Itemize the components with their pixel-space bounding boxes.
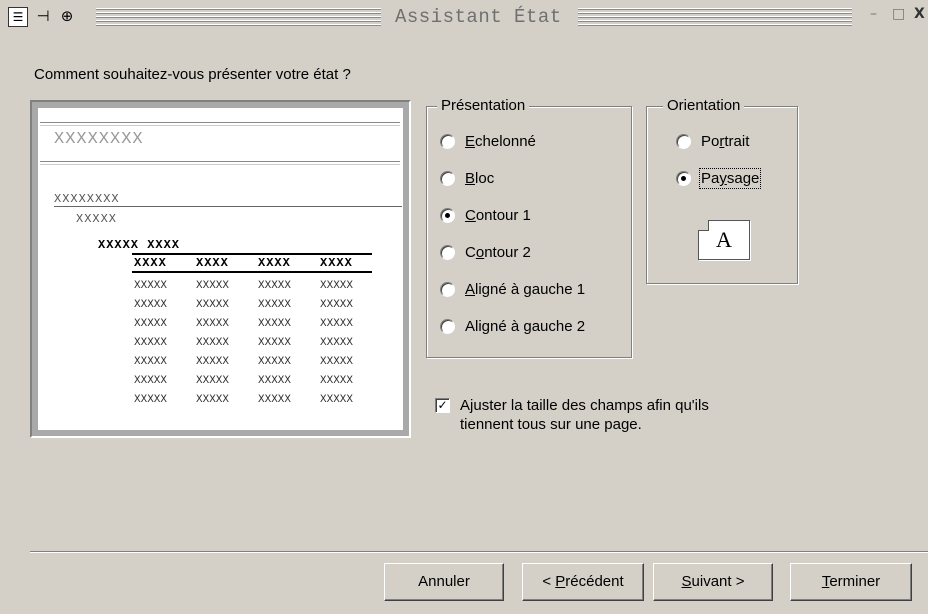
orientation-option-label: Portrait — [701, 133, 750, 150]
preview-cell: XXXXX — [196, 394, 230, 406]
preview-cell: XXXXX — [134, 356, 168, 368]
presentation-option-label: Aligné à gauche 1 — [465, 281, 586, 298]
title-grip-left — [96, 8, 381, 26]
radio-button-icon[interactable] — [440, 282, 455, 297]
radio-button-icon[interactable] — [440, 208, 455, 223]
preview-cell: XXXXX — [258, 280, 292, 292]
preview-cell: XXXXX — [196, 318, 230, 330]
preview-cell: XXXXX — [320, 318, 354, 330]
radio-button-icon[interactable] — [440, 245, 455, 260]
preview-cell: XXXXX — [320, 356, 354, 368]
radio-button-icon[interactable] — [440, 319, 455, 334]
preview-cell: XXXXX — [134, 394, 168, 406]
radio-button-icon[interactable] — [440, 171, 455, 186]
preview-cell: XXXXX — [196, 356, 230, 368]
preview-cell: XXXXX — [134, 299, 168, 311]
landscape-page-icon: A — [698, 220, 750, 260]
presentation-option[interactable]: Aligné à gauche 1 — [440, 281, 585, 298]
presentation-option[interactable]: Aligné à gauche 2 — [440, 318, 585, 335]
preview-cell: XXXXX — [320, 375, 354, 387]
preview-cell: XXXXX — [320, 299, 354, 311]
cancel-button[interactable]: Annuler — [384, 563, 504, 601]
preview-cell: XXXXX — [134, 337, 168, 349]
presentation-legend: Présentation — [437, 97, 530, 114]
question-label: Comment souhaitez-vous présenter votre é… — [34, 66, 351, 83]
preview-cell: XXXXX — [258, 299, 292, 311]
presentation-option-label: Aligné à gauche 2 — [465, 318, 586, 335]
preview-cell: XXXXX — [258, 375, 292, 387]
preview-cell: XXXXX — [196, 280, 230, 292]
presentation-option[interactable]: Echelonné — [440, 133, 536, 150]
pin-icon[interactable]: ⊣ — [34, 7, 52, 25]
preview-cell: XXXXX — [258, 337, 292, 349]
preview-column-header: XXXX — [196, 256, 229, 270]
window-title: Assistant État — [395, 6, 562, 28]
preview-cell: XXXXX — [320, 394, 354, 406]
orientation-option[interactable]: Paysage — [676, 168, 762, 189]
preview-cell: XXXXX — [258, 318, 292, 330]
orientation-option-label: Paysage — [698, 168, 762, 189]
preview-column-header: XXXX — [320, 256, 353, 270]
presentation-option-label: Contour 1 — [465, 207, 531, 224]
preview-cell: XXXXX — [134, 375, 168, 387]
restore-button[interactable]: □ — [892, 6, 905, 22]
radio-button-icon[interactable] — [440, 134, 455, 149]
finish-button[interactable]: Terminer — [790, 563, 912, 601]
preview-cell: XXXXX — [196, 375, 230, 387]
presentation-option-label: Contour 2 — [465, 244, 531, 261]
preview-level2: XXXXX — [76, 212, 118, 226]
preview-cell: XXXXX — [196, 337, 230, 349]
scroll-icon[interactable]: ⊕ — [58, 7, 76, 25]
close-button[interactable]: X — [914, 6, 925, 22]
preview-cell: XXXXX — [320, 280, 354, 292]
preview-column-header: XXXX — [258, 256, 291, 270]
radio-button-icon[interactable] — [676, 134, 691, 149]
preview-cell: XXXXX — [320, 337, 354, 349]
presentation-option[interactable]: Bloc — [440, 170, 494, 187]
checkbox-check-icon[interactable]: ✓ — [435, 398, 450, 413]
preview-cell: XXXXX — [196, 299, 230, 311]
preview-level3: XXXXX XXXX — [98, 238, 181, 252]
preview-paper: XXXXXXXX XXXXXXXX XXXXX XXXXX XXXX XXXX X… — [38, 108, 403, 430]
preview-cell: XXXXX — [258, 356, 292, 368]
previous-button[interactable]: < Précédent — [522, 563, 644, 601]
preview-cell: XXXXX — [258, 394, 292, 406]
presentation-option[interactable]: Contour 1 — [440, 207, 531, 224]
preview-heading: XXXXXXXX — [54, 130, 144, 149]
preview-level1: XXXXXXXX — [54, 192, 120, 206]
presentation-option-label: Echelonné — [465, 133, 536, 150]
layout-preview: XXXXXXXX XXXXXXXX XXXXX XXXXX XXXX XXXX X… — [30, 100, 411, 438]
preview-cell: XXXXX — [134, 280, 168, 292]
minimize-button[interactable]: – — [870, 6, 877, 22]
orientation-legend: Orientation — [663, 97, 745, 114]
presentation-option[interactable]: Contour 2 — [440, 244, 531, 261]
form-icon[interactable]: ☰ — [8, 7, 28, 27]
preview-cell: XXXXX — [134, 318, 168, 330]
next-button[interactable]: Suivant > — [653, 563, 773, 601]
title-bar[interactable]: ☰ ⊣ ⊕ Assistant État – □ X — [0, 0, 928, 34]
fit-fields-checkbox[interactable]: ✓ Ajuster la taille des champs afin qu'i… — [435, 396, 709, 434]
button-separator — [30, 551, 928, 553]
radio-button-icon[interactable] — [676, 171, 691, 186]
presentation-option-label: Bloc — [465, 170, 495, 187]
orientation-option[interactable]: Portrait — [676, 133, 749, 150]
preview-column-header: XXXX — [134, 256, 167, 270]
title-grip-right — [578, 8, 852, 26]
